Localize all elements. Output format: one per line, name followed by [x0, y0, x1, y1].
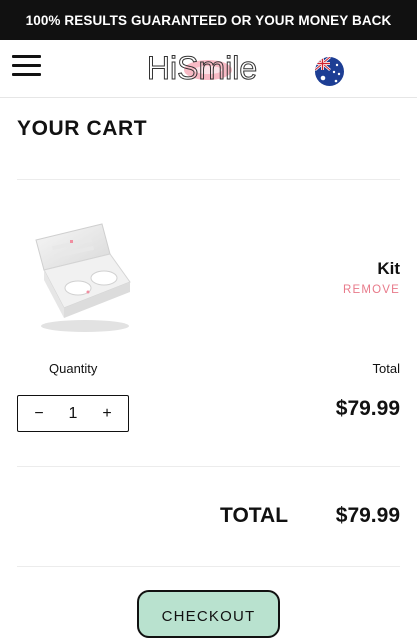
promo-banner-text: 100% RESULTS GUARANTEED OR YOUR MONEY BA…	[25, 12, 392, 28]
australia-flag-icon[interactable]	[315, 57, 344, 86]
product-image[interactable]	[30, 218, 136, 336]
hismile-logo[interactable]: HiSmile	[145, 50, 260, 88]
checkout-button[interactable]: CHECKOUT	[137, 590, 280, 638]
quantity-stepper: − 1 +	[17, 395, 129, 432]
cart-item-name: Kit	[377, 259, 400, 278]
promo-banner: 100% RESULTS GUARANTEED OR YOUR MONEY BA…	[0, 0, 417, 40]
logo-text: HiSmile	[147, 50, 257, 86]
divider	[17, 566, 400, 567]
hamburger-menu-icon[interactable]	[12, 55, 41, 77]
page-title: YOUR CART	[17, 117, 148, 140]
site-header: HiSmile	[0, 40, 417, 98]
grand-total-label: TOTAL	[220, 504, 289, 527]
quantity-value[interactable]: 1	[69, 405, 78, 423]
increment-button[interactable]: +	[100, 405, 114, 423]
total-label: Total	[372, 361, 400, 376]
quantity-label: Quantity	[49, 361, 98, 376]
remove-item-link[interactable]: REMOVE	[343, 284, 400, 296]
line-item-total: $79.99	[335, 397, 400, 420]
divider	[17, 179, 400, 180]
decrement-button[interactable]: −	[32, 405, 46, 423]
divider	[17, 466, 400, 467]
grand-total-value: $79.99	[335, 504, 400, 527]
